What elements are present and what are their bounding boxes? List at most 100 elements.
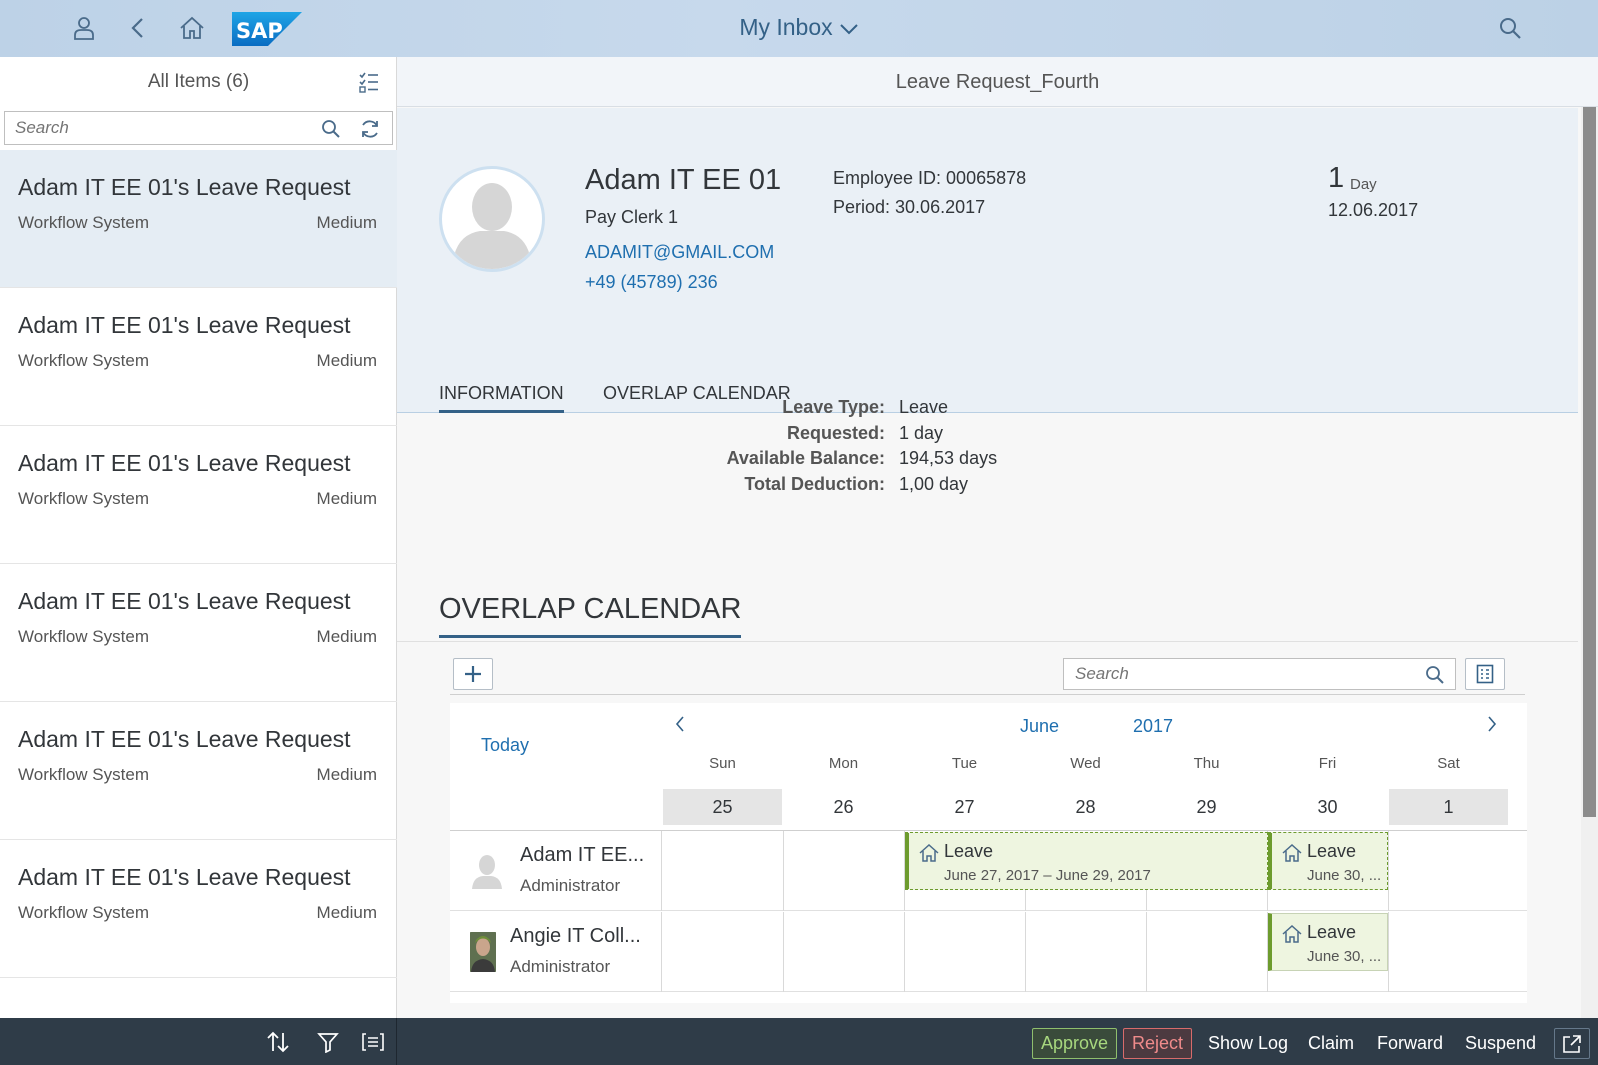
group-icon[interactable] <box>362 1031 384 1058</box>
calendar-search-input[interactable] <box>1064 659 1404 689</box>
next-period-icon[interactable] <box>1486 715 1498 738</box>
appointment-title: Leave <box>944 841 994 861</box>
employee-role: Pay Clerk 1 <box>585 207 679 227</box>
month-picker-button[interactable]: June <box>1020 716 1059 737</box>
share-icon <box>1563 1034 1581 1053</box>
phone-link[interactable]: +49 (45789) 236 <box>585 272 718 293</box>
previous-period-icon[interactable] <box>674 715 686 738</box>
master-title: All Items (6) <box>147 71 250 92</box>
request-date: 12.06.2017 <box>1328 200 1419 220</box>
list-item-priority: Medium <box>316 213 377 232</box>
today-button[interactable]: Today <box>481 735 529 756</box>
detail-title: Leave Request_Fourth <box>397 57 1598 107</box>
master-footer <box>0 1018 397 1065</box>
claim-button[interactable]: Claim <box>1300 1028 1362 1059</box>
master-search-input[interactable] <box>5 112 295 144</box>
object-header: Adam IT EE 01 Pay Clerk 1 ADAMIT@GMAIL.C… <box>397 108 1578 413</box>
leave-appointment[interactable]: Leave June 30, ... <box>1268 832 1388 890</box>
grid-line <box>1025 912 1026 992</box>
list-item-source: Workflow System <box>18 903 149 922</box>
list-item[interactable]: Adam IT EE 01's Leave Request Workflow S… <box>0 426 397 564</box>
year-picker-button[interactable]: 2017 <box>1133 716 1173 737</box>
list-item-title: Adam IT EE 01's Leave Request <box>18 450 351 476</box>
info-value: Leave <box>899 397 949 417</box>
row-person-role: Administrator <box>510 957 611 976</box>
grid-line <box>1146 912 1147 992</box>
refresh-icon[interactable] <box>359 118 381 145</box>
leave-appointment[interactable]: Leave June 27, 2017 – June 29, 2017 <box>905 832 1268 890</box>
day-name: Fri <box>1318 755 1337 772</box>
list-item-title: Adam IT EE 01's Leave Request <box>18 312 351 338</box>
appointment-title: Leave <box>1307 841 1357 861</box>
list-item[interactable]: Adam IT EE 01's Leave Request Workflow S… <box>0 840 397 978</box>
info-label: Leave Type: <box>782 397 885 417</box>
inbox-list: Adam IT EE 01's Leave Request Workflow S… <box>0 150 397 978</box>
reject-button[interactable]: Reject <box>1123 1028 1192 1059</box>
list-item[interactable]: Adam IT EE 01's Leave Request Workflow S… <box>0 702 397 840</box>
employee-id: Employee ID: 00065878 <box>833 168 1027 188</box>
info-label: Requested: <box>786 423 885 443</box>
list-item[interactable]: Adam IT EE 01's Leave Request Workflow S… <box>0 564 397 702</box>
calendar-row[interactable]: Adam IT EE... Administrator Leave June 2… <box>450 831 1527 911</box>
sort-icon[interactable] <box>266 1031 290 1058</box>
day-name: Wed <box>1070 755 1101 772</box>
legend-icon <box>1476 664 1494 684</box>
chevron-down-icon <box>839 24 858 35</box>
calendar-view-button[interactable] <box>1465 658 1505 690</box>
avatar <box>439 166 545 272</box>
day-header[interactable]: Sat 1 <box>1389 755 1508 825</box>
tab-overlap-calendar[interactable]: OVERLAP CALENDAR <box>603 383 791 413</box>
scrollbar-thumb[interactable] <box>1583 107 1596 817</box>
list-item-priority: Medium <box>316 903 377 922</box>
search-icon[interactable] <box>1496 14 1524 42</box>
filter-icon[interactable] <box>317 1031 339 1058</box>
search-icon[interactable] <box>321 119 341 144</box>
day-header[interactable]: Wed 28 <box>1026 755 1145 825</box>
grid-line <box>1388 831 1389 911</box>
day-header[interactable]: Fri 30 <box>1268 755 1387 825</box>
list-item[interactable]: Adam IT EE 01's Leave Request Workflow S… <box>0 288 397 426</box>
leave-appointment[interactable]: Leave June 30, ... <box>1268 913 1388 971</box>
approve-button[interactable]: Approve <box>1032 1028 1117 1059</box>
back-icon[interactable] <box>124 14 152 42</box>
day-header[interactable]: Sun 25 <box>663 755 782 825</box>
list-item-priority: Medium <box>316 627 377 646</box>
day-number: 28 <box>1026 789 1145 825</box>
sap-logo[interactable]: SAP <box>232 12 302 46</box>
day-header[interactable]: Mon 26 <box>784 755 903 825</box>
forward-button[interactable]: Forward <box>1369 1028 1451 1059</box>
home-icon[interactable] <box>178 14 206 42</box>
search-icon[interactable] <box>1425 665 1445 690</box>
add-appointment-button[interactable] <box>453 658 493 690</box>
user-icon[interactable] <box>70 14 98 42</box>
day-number: 25 <box>663 789 782 825</box>
person-placeholder-icon <box>470 853 504 894</box>
master-search-field[interactable] <box>4 111 393 145</box>
multi-select-icon[interactable] <box>358 71 380 98</box>
duration-number: 1 <box>1328 162 1345 194</box>
day-number: 29 <box>1147 789 1266 825</box>
day-header[interactable]: Tue 27 <box>905 755 1024 825</box>
list-item[interactable]: Adam IT EE 01's Leave Request Workflow S… <box>0 150 397 288</box>
calendar-row[interactable]: Angie IT Coll... Administrator Leave Jun… <box>450 912 1527 992</box>
email-link[interactable]: ADAMIT@GMAIL.COM <box>585 242 774 263</box>
period: Period: 30.06.2017 <box>833 197 986 217</box>
show-log-button[interactable]: Show Log <box>1200 1028 1296 1059</box>
list-item-title: Adam IT EE 01's Leave Request <box>18 726 351 752</box>
day-header[interactable]: Thu 29 <box>1147 755 1266 825</box>
info-label: Available Balance: <box>726 448 885 468</box>
tab-information[interactable]: INFORMATION <box>439 383 564 413</box>
list-item-source: Workflow System <box>18 351 149 370</box>
share-button[interactable] <box>1554 1028 1590 1059</box>
list-item-title: Adam IT EE 01's Leave Request <box>18 588 351 614</box>
list-item-title: Adam IT EE 01's Leave Request <box>18 174 351 200</box>
app-title-menu[interactable]: My Inbox <box>739 14 858 40</box>
calendar-search-field[interactable] <box>1063 658 1456 690</box>
day-number: 26 <box>784 789 903 825</box>
day-name: Sat <box>1437 755 1460 772</box>
suspend-button[interactable]: Suspend <box>1457 1028 1544 1059</box>
appointment-text: June 30, ... <box>1307 867 1382 884</box>
home-icon <box>919 843 939 867</box>
day-number: 30 <box>1268 789 1387 825</box>
detail-scrollbar[interactable] <box>1581 107 1598 1018</box>
